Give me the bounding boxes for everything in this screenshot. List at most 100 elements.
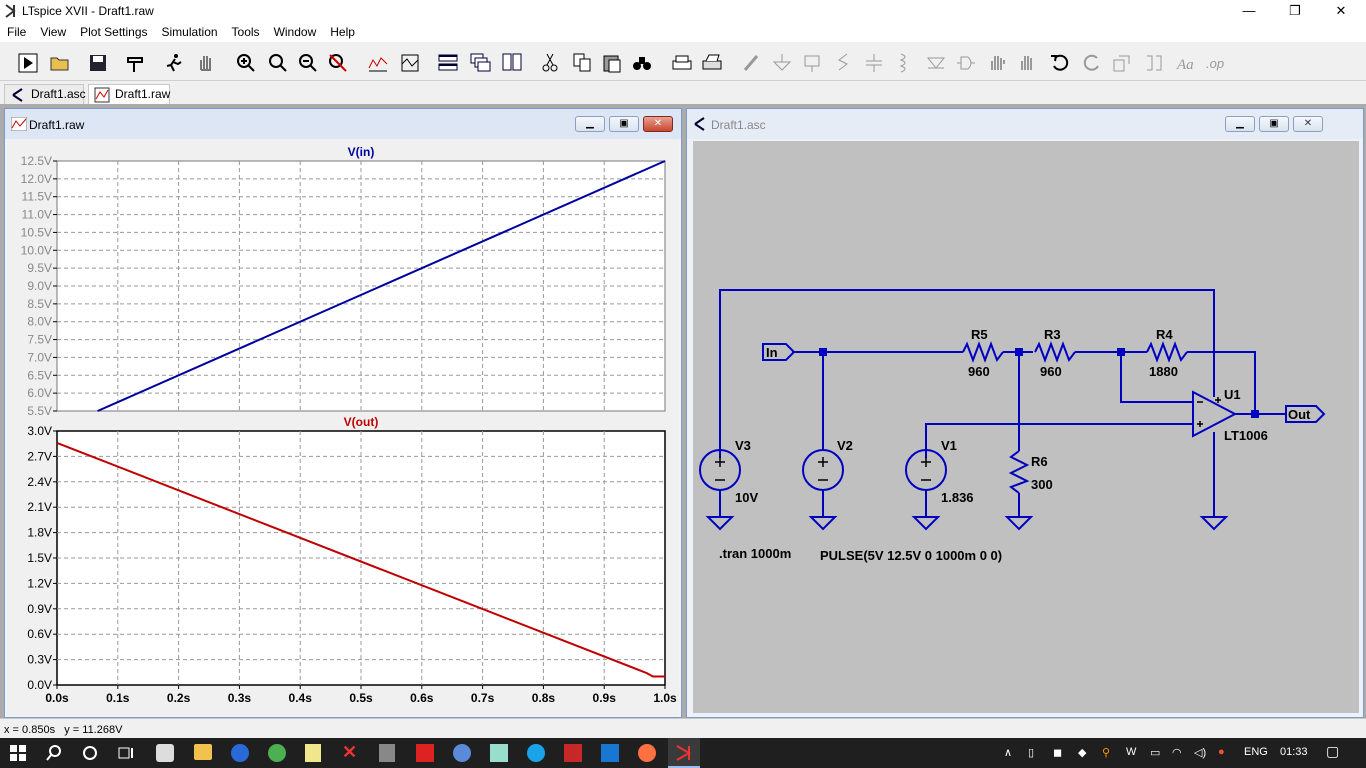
cut-button[interactable]	[536, 49, 562, 75]
file-explorer-icon[interactable]	[194, 744, 212, 760]
windows-start-icon[interactable]	[10, 745, 26, 761]
redo-button[interactable]	[1078, 49, 1104, 75]
status-bar: x = 0.850s y = 11.268V	[0, 718, 1366, 740]
close-button[interactable]: ✕	[1318, 0, 1364, 22]
pane-vout[interactable]: 0.0V 0.3V 0.6V 0.9V 1.2V 1.5V 1.8V 2.1V 2.4V 2.7V…	[27, 415, 677, 705]
text-button[interactable]: Aa	[1172, 49, 1198, 75]
copy-button[interactable]	[568, 49, 594, 75]
save-button[interactable]	[84, 49, 110, 75]
zoom-fit-button[interactable]	[264, 49, 290, 75]
tray-search-icon[interactable]: ⚲	[1102, 746, 1110, 759]
resistor-button[interactable]	[830, 49, 856, 75]
tile-vertical-button[interactable]	[498, 49, 524, 75]
zoom-out-button[interactable]	[294, 49, 320, 75]
volume-icon[interactable]: ◁)	[1194, 746, 1206, 759]
autorange-button[interactable]	[364, 49, 390, 75]
schematic-canvas[interactable]: R5 960 R3 960 R4 1880 R6 300 V3 10V V2 V…	[693, 141, 1359, 713]
pan-button[interactable]	[192, 49, 218, 75]
tray-icon-b[interactable]: ◆	[1078, 746, 1086, 759]
app-title: LTspice XVII - Draft1.raw	[22, 4, 154, 18]
skype-icon[interactable]	[527, 744, 545, 762]
tab-draft1-raw[interactable]: Draft1.raw	[88, 84, 170, 104]
pane-vin[interactable]: 5.5V 6.0V 6.5V 7.0V 7.5V 8.0V 8.5V 9.0V 9.5V 10.0…	[21, 145, 666, 418]
component-button[interactable]	[952, 49, 978, 75]
open-button[interactable]	[46, 49, 72, 75]
menu-plot-settings[interactable]: Plot Settings	[73, 22, 154, 39]
capacitor-button[interactable]	[860, 49, 886, 75]
move-button[interactable]	[984, 49, 1010, 75]
tab-draft1-asc[interactable]: Draft1.asc	[4, 84, 86, 104]
label-net-button[interactable]	[798, 49, 824, 75]
spice-directive-button[interactable]: .op	[1202, 49, 1228, 75]
app-map-icon[interactable]	[490, 744, 508, 762]
search-icon[interactable]	[46, 745, 62, 761]
schematic-close-button[interactable]: ✕	[1293, 116, 1323, 132]
maximize-button[interactable]: ❐	[1272, 0, 1318, 22]
app-blue-icon[interactable]	[453, 744, 471, 762]
mirror-button[interactable]	[1140, 49, 1166, 75]
rotate-button[interactable]	[1108, 49, 1134, 75]
plot-window-titlebar[interactable]: Draft1.raw ▁ ▣ ✕	[5, 109, 681, 139]
firefox-icon[interactable]	[638, 744, 656, 762]
cortana-icon[interactable]	[82, 745, 98, 761]
menu-window[interactable]: Window	[267, 22, 324, 39]
tile-horizontal-button[interactable]	[434, 49, 460, 75]
battery-icon[interactable]: ▭	[1150, 746, 1160, 759]
calculator-icon[interactable]	[379, 744, 395, 762]
menu-help[interactable]: Help	[323, 22, 362, 39]
x-tick-label: 0.9s	[593, 691, 617, 705]
pane-title[interactable]: V(out)	[344, 415, 379, 429]
paste-button[interactable]	[598, 49, 624, 75]
menu-tools[interactable]: Tools	[225, 22, 267, 39]
clock[interactable]: 01:33	[1280, 746, 1308, 758]
wifi-icon[interactable]: ◠	[1172, 746, 1182, 759]
ground-button[interactable]	[768, 49, 794, 75]
draw-wire-button[interactable]	[738, 49, 764, 75]
chrome-icon[interactable]	[268, 744, 286, 762]
plot-restore-button[interactable]: ▣	[609, 116, 639, 132]
zoom-in-button[interactable]	[232, 49, 258, 75]
tran-directive[interactable]: .tran 1000m	[719, 546, 791, 561]
outlook-icon[interactable]	[601, 744, 619, 762]
print-button[interactable]	[668, 49, 694, 75]
browser-icon[interactable]	[231, 744, 249, 762]
schematic-minimize-button[interactable]: ▁	[1225, 116, 1255, 132]
add-plot-pane-button[interactable]	[396, 49, 422, 75]
close-app-icon[interactable]: ✕	[342, 742, 357, 763]
menu-view[interactable]: View	[33, 22, 73, 39]
run-man-button[interactable]	[160, 49, 186, 75]
plot-minimize-button[interactable]: ▁	[575, 116, 605, 132]
pulse-directive[interactable]: PULSE(5V 12.5V 0 1000m 0 0)	[820, 548, 1002, 563]
tray-icon-c[interactable]: W	[1126, 746, 1136, 758]
control-panel-button[interactable]	[122, 49, 148, 75]
language-indicator[interactable]: ENG	[1244, 746, 1268, 758]
inductor-button[interactable]	[890, 49, 916, 75]
cascade-button[interactable]	[466, 49, 492, 75]
find-button[interactable]	[628, 49, 654, 75]
tray-chevron-icon[interactable]: ∧	[1004, 746, 1012, 759]
plot-close-button[interactable]: ✕	[643, 116, 673, 132]
ltspice-taskbar-button[interactable]	[668, 738, 700, 768]
zoom-cancel-button[interactable]	[324, 49, 350, 75]
pdf-icon[interactable]	[564, 744, 582, 762]
notepad-icon[interactable]	[305, 744, 321, 762]
menu-file[interactable]: File	[0, 22, 33, 39]
schematic-window-titlebar[interactable]: Draft1.asc ▁ ▣ ✕	[687, 109, 1363, 139]
app-icon-taskbar[interactable]	[156, 744, 174, 762]
menu-simulation[interactable]: Simulation	[155, 22, 225, 39]
app-red-icon[interactable]	[416, 744, 434, 762]
usb-icon[interactable]: ▯	[1028, 746, 1034, 759]
notifications-icon[interactable]: ▢	[1326, 743, 1339, 760]
run-button[interactable]	[14, 49, 40, 75]
undo-button[interactable]	[1046, 49, 1072, 75]
pane-title[interactable]: V(in)	[348, 145, 375, 159]
chrome-tray-icon[interactable]: ●	[1218, 746, 1225, 758]
drag-button[interactable]	[1014, 49, 1040, 75]
schematic-restore-button[interactable]: ▣	[1259, 116, 1289, 132]
diode-button[interactable]	[922, 49, 948, 75]
task-view-icon[interactable]	[118, 745, 134, 761]
tray-icon-a[interactable]: ◼	[1053, 746, 1062, 759]
waveform-plot-area[interactable]: 5.5V 6.0V 6.5V 7.0V 7.5V 8.0V 8.5V 9.0V 9.5V 10.0…	[7, 139, 679, 717]
minimize-button[interactable]: —	[1226, 0, 1272, 22]
print-setup-button[interactable]	[698, 49, 724, 75]
